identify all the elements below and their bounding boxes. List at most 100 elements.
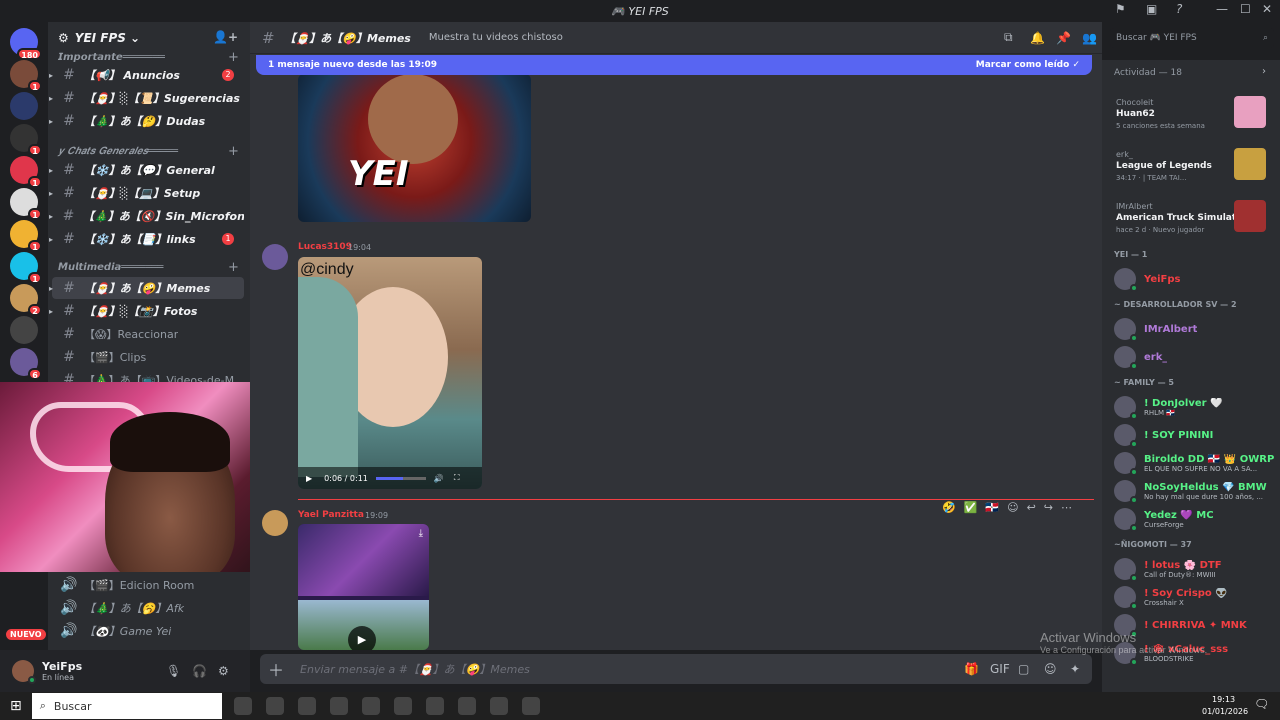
voice-channel-edicion[interactable]: 🔊 【🎬】Edicion Room xyxy=(52,574,244,596)
server-icon[interactable] xyxy=(10,316,38,344)
taskbar-search[interactable]: ⌕ Buscar xyxy=(31,693,222,719)
brave-icon[interactable] xyxy=(361,697,380,715)
sticker-icon[interactable]: ▢ xyxy=(1018,662,1029,676)
server-icon[interactable]: 1 xyxy=(10,124,42,156)
bell-icon[interactable]: 🔔 xyxy=(1030,31,1045,45)
message-input[interactable]: Enviar mensaje a #【🎅】あ【🤪】Memes xyxy=(300,661,530,677)
activity-card[interactable]: erk_ League of Legends 34:17 · | TEAM TAI.… xyxy=(1110,142,1272,188)
search-input[interactable]: Buscar 🎮 YEI FPS xyxy=(1116,33,1197,43)
server-icon[interactable]: 1 xyxy=(10,220,42,252)
channel-item[interactable]: ▸ # 【❄️】あ【💬】General xyxy=(49,159,244,181)
notifications-icon[interactable]: 🗨 xyxy=(1254,697,1269,711)
channel-item[interactable]: ▸ # 【❄️】あ【📑】links 1 xyxy=(49,228,244,250)
play-icon[interactable]: ▶ xyxy=(306,474,312,483)
inbox-icon[interactable]: ⚑ xyxy=(1116,2,1125,16)
chrome-icon[interactable] xyxy=(297,697,316,715)
file-explorer-icon[interactable] xyxy=(265,697,284,715)
search-box[interactable]: Buscar 🎮 YEI FPS ⌕ xyxy=(1110,28,1274,48)
member-item[interactable]: NoSoyHeldus 💎 BMW No hay mal que dure 100… xyxy=(1114,478,1274,504)
activity-card[interactable]: Chocoleit Huan62 5 canciones esta semana xyxy=(1110,90,1272,136)
video-embed[interactable]: @cindy ▶ 0:06 / 0:11 🔊 ⛶ xyxy=(298,257,482,489)
server-icon[interactable]: 2 xyxy=(10,284,42,316)
category-importante[interactable]: 𝙄𝙢𝙥𝙤𝙧𝙩𝙖𝙣𝙩𝙚═══════ + xyxy=(58,50,239,65)
channel-item[interactable]: # 【🎬】Clips xyxy=(52,346,244,368)
channel-item[interactable]: ▸ # 【🎅】░【📜】Sugerencias xyxy=(49,87,244,109)
task-view-icon[interactable] xyxy=(233,697,252,715)
voice-channel-afk[interactable]: 🔊 【🎄】あ【🥱】Afk xyxy=(52,597,244,619)
message-composer[interactable]: ＋ Enviar mensaje a #【🎅】あ【🤪】Memes 🎁 GIF ▢… xyxy=(260,654,1092,684)
server-icon[interactable]: 1 xyxy=(10,188,42,220)
minimize-button[interactable]: — xyxy=(1216,2,1228,16)
server-icon[interactable]: 180 xyxy=(10,28,42,60)
gif-icon[interactable]: GIF xyxy=(990,662,1010,676)
channel-item[interactable]: # 【😱】Reaccionar xyxy=(52,323,244,345)
apps-icon[interactable]: ✦ xyxy=(1070,662,1080,676)
member-item[interactable]: ! Soy Crispo 👽 Crosshair X xyxy=(1114,584,1274,610)
more-icon[interactable]: ⋯ xyxy=(1061,501,1072,514)
headphones-icon[interactable]: 🎧 xyxy=(192,664,207,678)
play-button[interactable]: ▶ xyxy=(348,626,376,650)
channel-item[interactable]: ▸ # 【🎅】░【📸】Fotos xyxy=(49,300,244,322)
channel-topic[interactable]: Muestra tu videos chistoso xyxy=(429,32,563,43)
discord-icon[interactable] xyxy=(457,697,476,715)
xbox-icon[interactable] xyxy=(425,697,444,715)
windows-start-icon[interactable]: ⊞ xyxy=(10,698,22,714)
gift-icon[interactable]: 🎁 xyxy=(964,662,979,676)
forward-icon[interactable]: ↪ xyxy=(1044,501,1053,514)
member-item[interactable]: IMrAlbert xyxy=(1114,316,1274,342)
member-item[interactable]: ! SOY PININI xyxy=(1114,422,1274,448)
server-icon[interactable]: 6 xyxy=(10,348,42,380)
store-icon[interactable] xyxy=(329,697,348,715)
screen-icon[interactable]: ▣ xyxy=(1146,2,1157,16)
reaction-emoji[interactable]: 🇩🇴 xyxy=(985,501,999,514)
avatar[interactable] xyxy=(262,510,288,536)
member-item[interactable]: YeiFps xyxy=(1114,266,1274,292)
channel-item[interactable]: ▸ # 【🎅】░【💻】Setup xyxy=(49,182,244,204)
progress-bar[interactable] xyxy=(375,476,426,480)
mark-read-button[interactable]: Marcar como leído ✓ xyxy=(976,60,1080,70)
video-embed[interactable]: ⤓ ▶ xyxy=(298,524,429,650)
download-icon[interactable]: ⤓ xyxy=(419,528,423,539)
add-attachment-icon[interactable]: ＋ xyxy=(268,657,284,681)
channel-item[interactable]: ▸ # 【🎄】あ【🔇】Sin_Microfono xyxy=(49,205,244,227)
reply-icon[interactable]: ↩ xyxy=(1027,501,1036,514)
message-author[interactable]: Lucas3109 xyxy=(298,242,352,252)
category-chats-generales[interactable]: 𝒚 𝑪𝒉𝒂𝒕𝒔 𝑮𝒆𝒏𝒆𝒓𝒂𝒍𝒆𝒔═════ + xyxy=(58,144,239,159)
server-icon[interactable]: 1 xyxy=(10,252,42,284)
server-header[interactable]: ⚙ YEI FPS ⌄ 👤+ xyxy=(48,22,250,54)
server-icon[interactable]: 1 xyxy=(10,60,42,92)
add-reaction-icon[interactable]: ☺ xyxy=(1007,501,1018,514)
member-item[interactable]: ! lotus 🌸 DTF Call of Duty®: MWIII xyxy=(1114,556,1274,582)
close-button[interactable]: ✕ xyxy=(1262,2,1272,16)
server-icon[interactable] xyxy=(10,92,38,120)
threads-icon[interactable]: ⧉ xyxy=(1004,30,1013,45)
voice-channel-game-yei[interactable]: 🔊 【🐼】Game Yei xyxy=(52,620,244,642)
emoji-icon[interactable]: ☺ xyxy=(1044,662,1057,676)
member-item[interactable]: erk_ xyxy=(1114,344,1274,370)
members-icon[interactable]: 👥 xyxy=(1082,31,1097,45)
pin-icon[interactable]: 📌 xyxy=(1056,31,1071,45)
server-icon[interactable]: 1 xyxy=(10,156,42,188)
reaction-emoji[interactable]: ✅ xyxy=(964,501,978,514)
add-channel-icon[interactable]: + xyxy=(228,260,239,275)
channel-item[interactable]: ▸ # 【📢】 Anuncios 2 xyxy=(49,64,244,86)
gear-icon[interactable]: ⚙ xyxy=(58,31,69,45)
member-item[interactable]: Biroldo DD 🇩🇴 👑 OWRP EL QUE NO SUFRE NO V… xyxy=(1114,450,1274,476)
capcut-icon[interactable] xyxy=(393,697,412,715)
channel-item[interactable]: ▸ # 【🎅】あ【🤪】Memes xyxy=(49,277,244,299)
avatar[interactable] xyxy=(262,244,288,270)
message-author[interactable]: Yael Panzitta xyxy=(298,510,364,520)
microphone-icon[interactable]: 🎙 xyxy=(166,664,181,678)
member-item[interactable]: Yedez 💜 MC CurseForge xyxy=(1114,506,1274,532)
obs-icon[interactable] xyxy=(521,697,540,715)
chevron-right-icon[interactable]: › xyxy=(1262,66,1266,77)
new-messages-banner[interactable]: 1 mensaje nuevo desde las 19:09 Marcar c… xyxy=(256,55,1092,75)
avatar[interactable] xyxy=(12,660,36,684)
channel-item[interactable]: ▸ # 【🎄】あ【🤔】Dudas xyxy=(49,110,244,132)
add-channel-icon[interactable]: + xyxy=(228,144,239,159)
maximize-button[interactable]: ☐ xyxy=(1240,2,1251,16)
help-icon[interactable]: ? xyxy=(1176,2,1182,16)
settings-icon[interactable]: ⚙ xyxy=(218,664,229,678)
category-multimedia[interactable]: 𝙈𝙪𝙡𝙩𝙞𝙢𝙚𝙙𝙞𝙖═══════ + xyxy=(58,260,239,275)
volume-icon[interactable]: 🔊 xyxy=(434,474,444,483)
